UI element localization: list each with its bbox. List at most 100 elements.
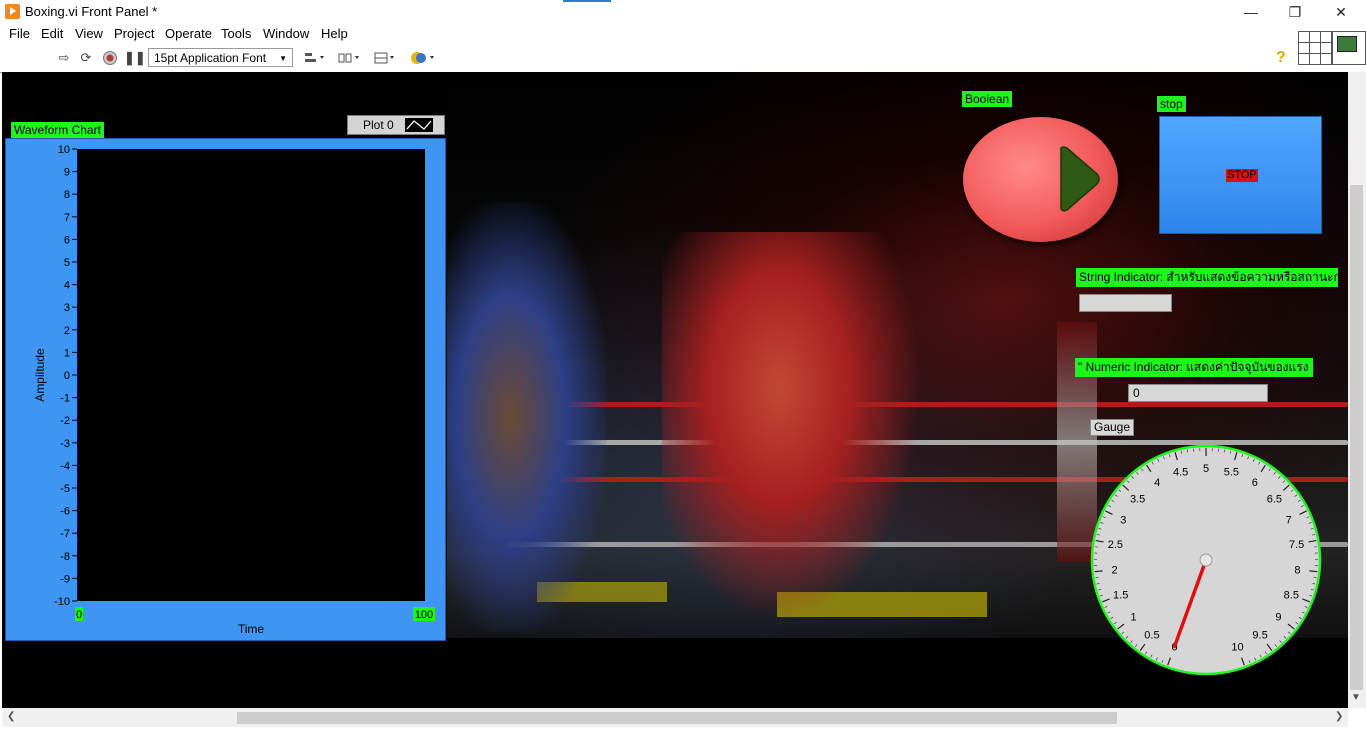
abort-icon[interactable] — [102, 50, 118, 66]
y-tick-label: -5 — [60, 483, 70, 495]
waveform-chart-label: Waveform Chart — [11, 122, 104, 138]
y-tick-label: -10 — [54, 596, 70, 608]
gauge-tick-label: 6.5 — [1267, 493, 1282, 505]
vertical-scroll-thumb[interactable] — [1350, 185, 1363, 690]
resize-icon[interactable] — [373, 50, 397, 66]
gauge-tick-label: 7 — [1286, 515, 1292, 527]
minimize-button[interactable]: — — [1228, 0, 1274, 24]
gauge-tick-label: 3.5 — [1130, 493, 1145, 505]
y-tick-label: 5 — [64, 257, 70, 269]
gauge-tick-label: 5.5 — [1224, 467, 1239, 479]
gauge-major-tick — [1094, 570, 1103, 573]
gauge-dial: 00.511.522.533.544.555.566.577.588.599.5… — [1090, 444, 1322, 676]
y-tick-label: 3 — [64, 302, 70, 314]
menu-operate[interactable]: Operate — [165, 26, 212, 41]
stop-button-text: STOP — [1226, 169, 1258, 182]
gauge: 00.511.522.533.544.555.566.577.588.599.5… — [1088, 444, 1328, 680]
menu-project[interactable]: Project — [114, 26, 154, 41]
front-panel: Waveform Chart Plot 0 10 9 8 7 6 5 4 3 2 1 0 -1 -2 -3… — [2, 72, 1348, 708]
gauge-tick-label: 6 — [1252, 477, 1258, 489]
x-max-label: 100 — [415, 609, 433, 621]
numeric-indicator: 0 — [1128, 384, 1268, 402]
y-axis-label: Amplitude — [33, 348, 47, 402]
y-axis: 109876543210-1-2-3-4-5-6-7-8-9-10 — [54, 144, 77, 608]
numeric-indicator-label: " Numeric Indicator: แสดงค่าปัจจุบันของแ… — [1075, 358, 1313, 377]
fighter-blue-figure — [447, 202, 607, 632]
plot-legend[interactable]: Plot 0 — [347, 115, 445, 135]
gauge-tick-label: 4.5 — [1173, 467, 1188, 479]
boolean-label: Boolean — [962, 91, 1013, 107]
horizontal-scroll-thumb[interactable] — [237, 712, 1117, 724]
gauge-tick-label: 4 — [1154, 477, 1160, 489]
y-tick-label: -1 — [60, 393, 70, 405]
y-tick-label: 1 — [64, 347, 70, 359]
y-tick-label: 2 — [64, 325, 70, 337]
gauge-tick-label: 0.5 — [1144, 629, 1159, 641]
gauge-tick-label: 10 — [1231, 641, 1243, 653]
waveform-chart-svg: 109876543210-1-2-3-4-5-6-7-8-9-10 Amplit… — [33, 144, 435, 636]
menu-file[interactable]: File — [9, 26, 30, 41]
close-button[interactable]: ✕ — [1318, 0, 1364, 24]
stop-button[interactable]: STOP — [1159, 116, 1322, 234]
font-select[interactable]: 15pt Application Font ▼ — [148, 48, 293, 67]
gauge-tick-label: 1.5 — [1113, 589, 1128, 601]
pause-icon[interactable]: ❚❚ — [124, 50, 146, 66]
y-tick-label: -6 — [60, 506, 70, 518]
title-accent — [563, 0, 611, 2]
plot-area — [77, 149, 425, 601]
scroll-right-icon[interactable]: ❯ — [1335, 711, 1343, 722]
string-indicator-label: String Indicator: สำหรับแสดงข้อความหรือส… — [1076, 268, 1338, 287]
gauge-tick-label: 8.5 — [1284, 589, 1299, 601]
horizontal-scrollbar[interactable]: ❮ ❯ — [2, 708, 1348, 727]
distribute-icon[interactable] — [338, 50, 362, 66]
scroll-down-icon[interactable]: ▼ — [1351, 692, 1361, 703]
play-icon — [1060, 146, 1100, 212]
gauge-tick-label: 9.5 — [1252, 629, 1267, 641]
x-axis-label: Time — [238, 622, 265, 636]
menu-view[interactable]: View — [75, 26, 103, 41]
menu-window[interactable]: Window — [263, 26, 309, 41]
labview-app-icon — [5, 4, 20, 19]
gauge-tick-label: 3 — [1120, 515, 1126, 527]
y-tick-label: 4 — [64, 280, 70, 292]
scroll-left-icon[interactable]: ❮ — [7, 711, 15, 722]
y-tick-label: -8 — [60, 551, 70, 563]
y-tick-label: -9 — [60, 573, 70, 585]
run-arrow-icon[interactable]: ⇨ — [56, 50, 72, 66]
y-tick-label: 6 — [64, 234, 70, 246]
title-bar — [0, 0, 1366, 24]
x-min-label: 0 — [76, 609, 82, 621]
y-tick-label: -3 — [60, 438, 70, 450]
y-tick-label: 8 — [64, 189, 70, 201]
window-title: Boxing.vi Front Panel * — [25, 4, 158, 19]
menu-edit[interactable]: Edit — [41, 26, 63, 41]
gauge-tick-label: 2 — [1111, 565, 1117, 577]
stop-label: stop — [1157, 96, 1186, 112]
y-tick-label: -2 — [60, 415, 70, 427]
plot-line-icon — [405, 118, 433, 132]
gauge-tick-label: 9 — [1275, 612, 1281, 624]
chevron-down-icon: ▼ — [279, 54, 287, 63]
restore-button[interactable]: ❐ — [1272, 0, 1318, 24]
boolean-button[interactable] — [963, 117, 1118, 242]
menu-tools[interactable]: Tools — [221, 26, 251, 41]
string-indicator — [1079, 294, 1172, 312]
run-continuously-icon[interactable]: ⟳ — [78, 50, 94, 66]
fighter-red-figure — [662, 232, 922, 622]
y-tick-label: 0 — [64, 370, 70, 382]
align-icon[interactable] — [304, 50, 326, 66]
vi-icon[interactable] — [1332, 31, 1366, 65]
y-tick-label: 9 — [64, 167, 70, 179]
plot-legend-name: Plot 0 — [363, 118, 394, 132]
gauge-major-tick — [1309, 570, 1318, 573]
menu-help[interactable]: Help — [321, 26, 348, 41]
connector-pane-icon[interactable] — [1298, 31, 1332, 65]
gauge-tick-label: 1 — [1130, 612, 1136, 624]
waveform-chart[interactable]: 10 9 8 7 6 5 4 3 2 1 0 -1 -2 -3 -4 -5 -6 -7 -8 -9 -10 Amplit… — [5, 138, 446, 641]
help-icon[interactable]: ? — [1276, 49, 1286, 67]
y-tick-label: 7 — [64, 212, 70, 224]
reorder-icon[interactable] — [410, 50, 436, 66]
gauge-tick-label: 2.5 — [1108, 539, 1123, 551]
gauge-label: Gauge — [1090, 419, 1135, 436]
gauge-hub — [1199, 553, 1213, 567]
